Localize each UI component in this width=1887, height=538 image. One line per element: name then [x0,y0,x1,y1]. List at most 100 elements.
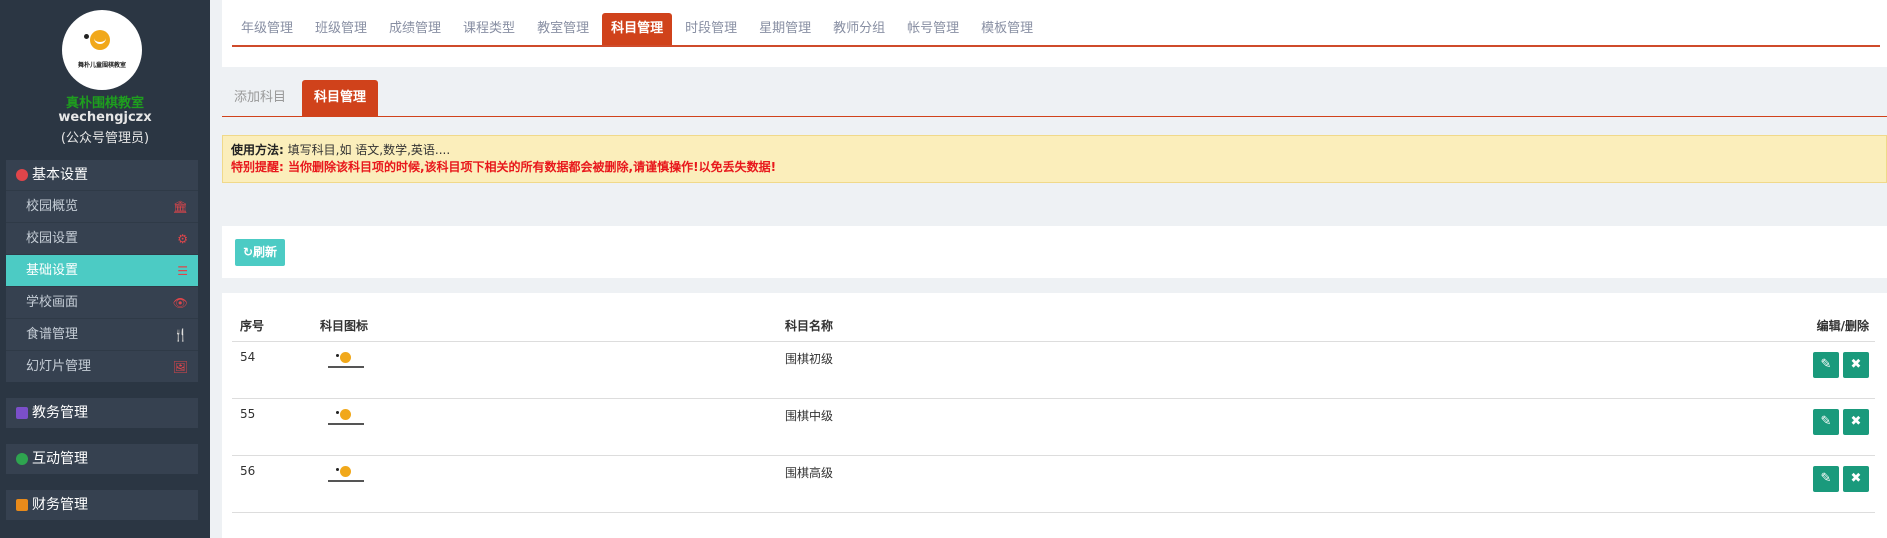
sidebar-item-label: 基础设置 [26,263,79,278]
menu-head-academic[interactable]: 教务管理 [6,398,198,428]
sub-tab-item[interactable]: 科目管理 [302,80,379,116]
menu-head-label: 教务管理 [32,405,88,421]
sub-tab-bar: 添加科目 科目管理 [222,80,1887,117]
logo-text: 舞朴儿童围棋教室 [77,62,126,69]
menu-head-interaction[interactable]: 互动管理 [6,444,198,474]
profile-card: 舞朴儿童围棋教室 真朴围棋教室 wechengjczx (公众号管理员) [0,0,210,150]
menu-group-finance[interactable]: 财务管理 [6,490,198,520]
usage-label: 使用方法: [231,143,284,157]
usage-text: 填写科目,如 语文,数学,英语.... [287,143,451,157]
refresh-button[interactable]: ↻刷新 [235,239,286,266]
school-name: 真朴围棋教室 [65,96,144,111]
row-name: 围棋高级 [777,455,1675,513]
sidebar-item-label: 校园概览 [26,199,79,214]
table-row: 54 围棋初级 ✎ ✖ [232,341,1875,399]
tab-item[interactable]: 课程类型 [454,13,524,45]
sidebar-item-label: 校园设置 [26,231,79,246]
menu-head-finance[interactable]: 财务管理 [6,490,198,520]
eye-icon: 👁 [172,296,188,310]
cutlery-icon: 🍴 [173,328,188,342]
sidebar-item[interactable]: 食谱管理 🍴 [6,318,198,350]
logo-eye [336,410,339,414]
table-row: 55 围棋中级 ✎ ✖ [232,398,1875,456]
menu-head-label: 基本设置 [32,167,88,183]
subject-logo-icon [328,350,364,376]
sub-tab-item[interactable]: 添加科目 [222,80,298,116]
sidebar-item-label: 学校画面 [26,295,79,310]
sidebar-item[interactable]: 基础设置 ☰ [6,254,198,286]
toolbar-panel: ↻刷新 [222,226,1887,278]
sidebar-item[interactable]: 学校画面 👁 [6,286,198,318]
tab-item[interactable]: 时段管理 [676,13,746,45]
picture-icon: 🖼 [172,360,188,374]
list-icon: ☰ [177,264,188,278]
usage-line: 使用方法: 填写科目,如 语文,数学,英语.... [231,142,1878,159]
row-actions: ✎ ✖ [1675,455,1875,513]
tab-item[interactable]: 班级管理 [306,13,376,45]
logo-eye [336,467,339,471]
gear-icon [16,169,28,181]
row-name: 围棋初级 [777,341,1675,399]
sub-tabs-panel: 添加科目 科目管理 [222,80,1887,117]
notice-box: 使用方法: 填写科目,如 语文,数学,英语.... 特别提醒: 当你删除该科目项… [222,135,1887,183]
delete-button[interactable]: ✖ [1843,465,1869,492]
sidebar-item[interactable]: 校园设置 ⚙ [6,222,198,254]
tab-item[interactable]: 成绩管理 [380,13,450,45]
user-role: (公众号管理员) [60,131,150,146]
logo-dot [340,351,351,363]
tab-item[interactable]: 年级管理 [232,13,302,45]
subject-logo-icon [328,464,364,490]
sidebar-item-label: 幻灯片管理 [26,359,92,374]
header-icon: 科目图标 [312,311,777,342]
edit-button[interactable]: ✎ [1813,408,1839,435]
header-name: 科目名称 [777,311,1675,342]
logo-caption [328,479,364,482]
row-icon-cell [312,455,777,513]
delete-button[interactable]: ✖ [1843,408,1869,435]
row-name: 围棋中级 [777,398,1675,456]
logo-eye [336,353,339,357]
database-icon [16,407,28,419]
subject-table-panel: 序号 科目图标 科目名称 编辑/删除 54 围棋初级 ✎ ✖ 55 围棋中级 ✎ ✖ 56 围棋高… [222,293,1887,538]
subject-table: 序号 科目图标 科目名称 编辑/删除 54 围棋初级 ✎ ✖ 55 围棋中级 ✎ ✖ 56 围棋高… [232,311,1875,513]
tab-item[interactable]: 科目管理 [602,13,673,45]
menu-head-basic-settings[interactable]: 基本设置 [6,160,198,190]
menu-group-interaction[interactable]: 互动管理 [6,444,198,474]
gear-icon: ⚙ [177,232,188,246]
top-tab-bar: 年级管理 班级管理 成绩管理 课程类型 教室管理 科目管理 时段管理 星期管理 教师分组 帐号管理… [232,13,1880,47]
sidebar-item-label: 食谱管理 [26,327,79,342]
menu-group-basic-settings: 基本设置 校园概览 🏛 校园设置 ⚙ 基础设置 ☰ 学校画面 👁 食谱管理 🍴 幻灯片管理 🖼 [6,160,198,382]
sidebar-item[interactable]: 幻灯片管理 🖼 [6,350,198,382]
delete-button[interactable]: ✖ [1843,351,1869,378]
warning-text: 特别提醒: 当你删除该科目项的时候,该科目项下相关的所有数据都会被删除,请谨慎操… [231,160,777,174]
top-tabs-panel: 年级管理 班级管理 成绩管理 课程类型 教室管理 科目管理 时段管理 星期管理 教师分组 帐号管理… [222,0,1887,67]
menu-group-academic[interactable]: 教务管理 [6,398,198,428]
header-edit: 编辑/删除 [1675,311,1875,342]
header-id: 序号 [232,311,312,342]
row-icon-cell [312,341,777,399]
avatar[interactable]: 舞朴儿童围棋教室 [62,10,142,90]
logo-caption [328,365,364,368]
row-id: 55 [232,398,312,456]
tab-item[interactable]: 教师分组 [824,13,894,45]
table-header-row: 序号 科目图标 科目名称 编辑/删除 [232,311,1875,342]
sidebar-item[interactable]: 校园概览 🏛 [6,190,198,222]
row-id: 54 [232,341,312,399]
logo-dot [340,408,351,420]
tab-item[interactable]: 模板管理 [972,13,1042,45]
logo-caption [328,422,364,425]
row-actions: ✎ ✖ [1675,398,1875,456]
tab-item[interactable]: 帐号管理 [898,13,968,45]
username: wechengjczx [58,110,152,125]
menu-head-label: 互动管理 [32,451,88,467]
edit-button[interactable]: ✎ [1813,465,1839,492]
row-actions: ✎ ✖ [1675,341,1875,399]
bank-icon: 🏛 [172,200,188,214]
table-row: 56 围棋高级 ✎ ✖ [232,455,1875,513]
sidebar: 舞朴儿童围棋教室 真朴围棋教室 wechengjczx (公众号管理员) 基本设… [0,0,210,538]
main-content: 年级管理 班级管理 成绩管理 课程类型 教室管理 科目管理 时段管理 星期管理 教师分组 帐号管理… [222,0,1887,538]
tab-item[interactable]: 星期管理 [750,13,820,45]
tab-item[interactable]: 教室管理 [528,13,598,45]
menu-head-label: 财务管理 [32,497,88,513]
edit-button[interactable]: ✎ [1813,351,1839,378]
